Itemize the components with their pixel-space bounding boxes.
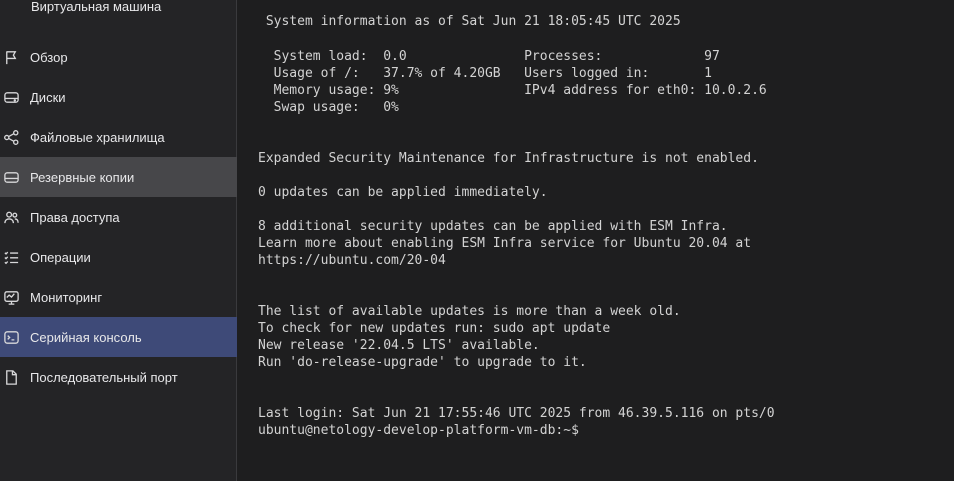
sidebar-item-monitoring[interactable]: Мониторинг — [0, 277, 237, 317]
backup-icon — [2, 168, 20, 186]
sidebar-item-file-storage[interactable]: Файловые хранилища — [0, 117, 237, 157]
terminal-line: https://ubuntu.com/20-04 — [258, 253, 446, 268]
terminal-line: 8 additional security updates can be app… — [258, 219, 728, 234]
terminal-line: New release '22.04.5 LTS' available. — [258, 338, 540, 353]
users-icon — [2, 208, 20, 226]
sidebar-item-overview[interactable]: Обзор — [0, 37, 237, 77]
list-icon — [2, 248, 20, 266]
terminal-line: Swap usage: 0% — [258, 100, 399, 115]
share-icon — [2, 128, 20, 146]
sidebar-item-label: Последовательный порт — [30, 369, 178, 385]
sidebar-item-label: Права доступа — [30, 209, 120, 225]
sidebar-item-serial-console[interactable]: Серийная консоль — [0, 317, 237, 357]
sidebar-item-label: Операции — [30, 249, 91, 265]
terminal-line: Last login: Sat Jun 21 17:55:46 UTC 2025… — [258, 406, 775, 421]
sidebar-item-backups[interactable]: Резервные копии — [0, 157, 237, 197]
terminal-line: System load: 0.0 Processes: 97 — [258, 49, 720, 64]
sidebar-item-serial-port[interactable]: Последовательный порт — [0, 357, 237, 397]
terminal-line: Run 'do-release-upgrade' to upgrade to i… — [258, 355, 587, 370]
terminal-line: Learn more about enabling ESM Infra serv… — [258, 236, 752, 251]
sidebar-item-access-rights[interactable]: Права доступа — [0, 197, 237, 237]
sidebar-item-label: Серийная консоль — [30, 329, 142, 345]
disk-icon — [2, 88, 20, 106]
terminal-line: To check for new updates run: sudo apt u… — [258, 321, 611, 336]
terminal-line: 0 updates can be applied immediately. — [258, 185, 548, 200]
sidebar-item-label: Диски — [30, 89, 66, 105]
terminal-line: Usage of /: 37.7% of 4.20GB Users logged… — [258, 66, 712, 81]
sidebar-item-label: Обзор — [30, 49, 68, 65]
sidebar-item-operations[interactable]: Операции — [0, 237, 237, 277]
terminal-line: Memory usage: 9% IPv4 address for eth0: … — [258, 83, 767, 98]
sidebar-item-label: Файловые хранилища — [30, 129, 165, 145]
serial-console-terminal[interactable]: System information as of Sat Jun 21 18:0… — [238, 0, 954, 481]
terminal-line: Expanded Security Maintenance for Infras… — [258, 151, 759, 166]
sidebar-item-label: Мониторинг — [30, 289, 103, 305]
sidebar: Виртуальная машина Обзор Диски Файловые … — [0, 0, 237, 481]
sidebar-item-disks[interactable]: Диски — [0, 77, 237, 117]
sidebar-title: Виртуальная машина — [31, 0, 162, 14]
terminal-prompt[interactable]: ubuntu@netology-develop-platform-vm-db:~… — [258, 422, 579, 439]
monitor-icon — [2, 288, 20, 306]
sidebar-item-label: Резервные копии — [30, 169, 135, 185]
terminal-line: The list of available updates is more th… — [258, 304, 681, 319]
console-icon — [2, 328, 20, 346]
flag-icon — [2, 48, 20, 66]
file-icon — [2, 368, 20, 386]
terminal-line: System information as of Sat Jun 21 18:0… — [258, 14, 681, 29]
